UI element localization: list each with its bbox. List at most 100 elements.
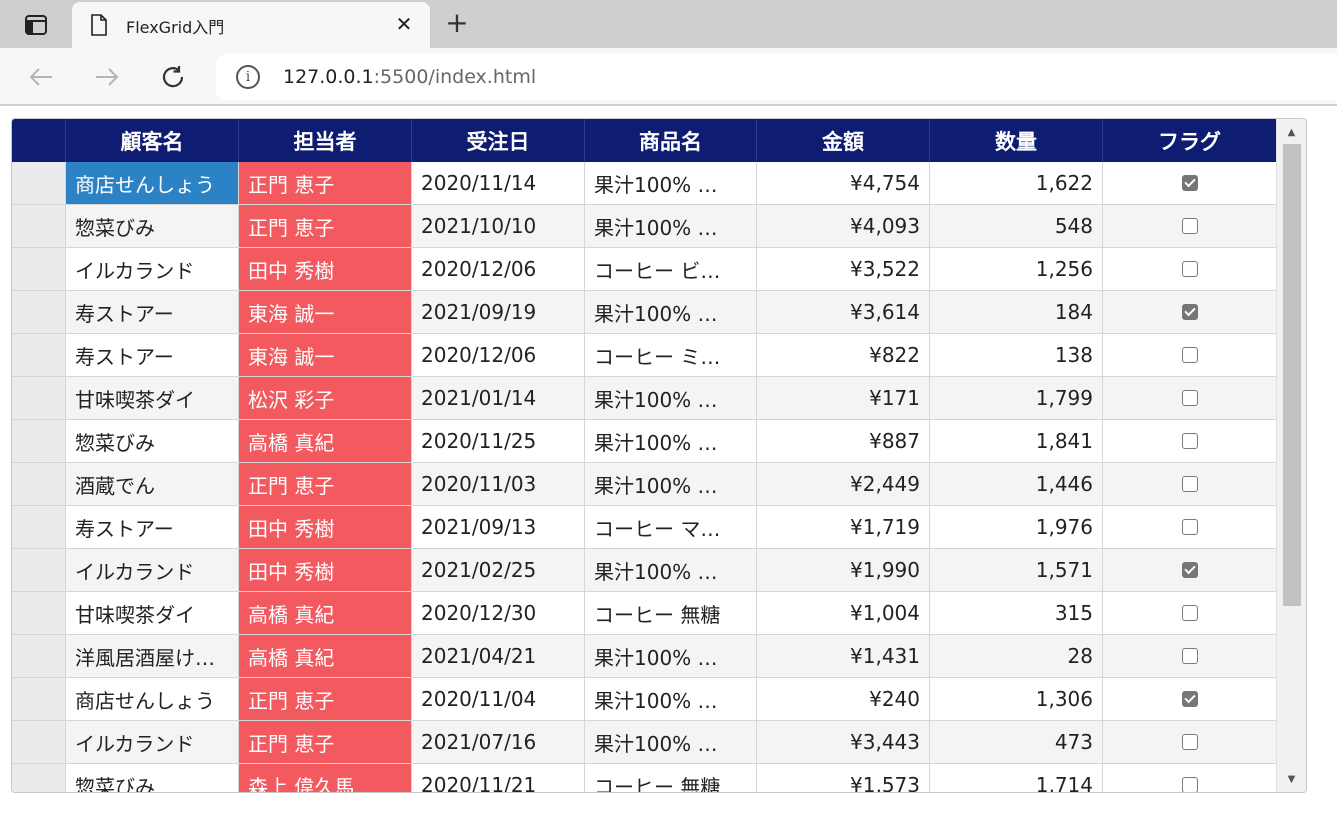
close-icon[interactable]: ✕ bbox=[392, 12, 416, 36]
flag-cell[interactable] bbox=[1103, 549, 1277, 592]
address-bar[interactable]: i 127.0.0.1:5500/index.html bbox=[216, 54, 1337, 100]
row-header[interactable] bbox=[12, 420, 66, 463]
flag-cell[interactable] bbox=[1103, 334, 1277, 377]
amount-cell[interactable]: ¥3,522 bbox=[757, 248, 930, 291]
product-cell[interactable]: 果汁100% … bbox=[585, 463, 757, 506]
scroll-down-icon[interactable]: ▼ bbox=[1277, 769, 1306, 789]
product-cell[interactable]: コーヒー ビ… bbox=[585, 248, 757, 291]
quantity-cell[interactable]: 1,841 bbox=[930, 420, 1103, 463]
product-cell[interactable]: 果汁100% … bbox=[585, 678, 757, 721]
quantity-cell[interactable]: 1,976 bbox=[930, 506, 1103, 549]
quantity-cell[interactable]: 1,446 bbox=[930, 463, 1103, 506]
flag-checkbox[interactable] bbox=[1181, 476, 1198, 492]
quantity-cell[interactable]: 138 bbox=[930, 334, 1103, 377]
flag-cell[interactable] bbox=[1103, 248, 1277, 291]
column-header[interactable]: 顧客名 bbox=[66, 119, 239, 162]
flag-checkbox[interactable] bbox=[1181, 734, 1198, 750]
customer-cell[interactable]: 惣菜びみ bbox=[66, 205, 239, 248]
column-header[interactable]: 数量 bbox=[930, 119, 1103, 162]
tab-actions-button[interactable] bbox=[12, 12, 60, 38]
flag-checkbox[interactable] bbox=[1181, 433, 1198, 449]
flag-cell[interactable] bbox=[1103, 463, 1277, 506]
row-header[interactable] bbox=[12, 506, 66, 549]
row-header[interactable] bbox=[12, 334, 66, 377]
flag-cell[interactable] bbox=[1103, 205, 1277, 248]
flag-checkbox[interactable] bbox=[1181, 261, 1198, 277]
quantity-cell[interactable]: 28 bbox=[930, 635, 1103, 678]
flag-checkbox[interactable] bbox=[1181, 304, 1198, 320]
table-row[interactable]: 寿ストアー 東海 誠一 2020/12/06 コーヒー ミ… ¥822 138 bbox=[12, 334, 1277, 377]
column-header[interactable]: 担当者 bbox=[239, 119, 412, 162]
quantity-cell[interactable]: 473 bbox=[930, 721, 1103, 764]
table-row[interactable]: イルカランド 田中 秀樹 2020/12/06 コーヒー ビ… ¥3,522 1,256 bbox=[12, 248, 1277, 291]
staff-cell[interactable]: 正門 恵子 bbox=[239, 721, 412, 764]
quantity-cell[interactable]: 315 bbox=[930, 592, 1103, 635]
flexgrid[interactable]: 顧客名 担当者 受注日 商品名 金額 数量 フラグ 商店せんしょう 正門 恵子 2020/11/… bbox=[11, 118, 1307, 793]
order-date-cell[interactable]: 2021/10/10 bbox=[412, 205, 585, 248]
staff-cell[interactable]: 田中 秀樹 bbox=[239, 248, 412, 291]
new-tab-button[interactable]: + bbox=[444, 9, 470, 37]
customer-cell[interactable]: 洋風居酒屋け… bbox=[66, 635, 239, 678]
amount-cell[interactable]: ¥240 bbox=[757, 678, 930, 721]
flag-checkbox[interactable] bbox=[1181, 519, 1198, 535]
order-date-cell[interactable]: 2020/11/14 bbox=[412, 162, 585, 205]
amount-cell[interactable]: ¥1,431 bbox=[757, 635, 930, 678]
flag-checkbox[interactable] bbox=[1181, 562, 1198, 578]
staff-cell[interactable]: 田中 秀樹 bbox=[239, 506, 412, 549]
flag-cell[interactable] bbox=[1103, 678, 1277, 721]
amount-cell[interactable]: ¥2,449 bbox=[757, 463, 930, 506]
customer-cell[interactable]: 寿ストアー bbox=[66, 291, 239, 334]
product-cell[interactable]: 果汁100% … bbox=[585, 420, 757, 463]
row-header[interactable] bbox=[12, 205, 66, 248]
customer-cell[interactable]: 惣菜びみ bbox=[66, 764, 239, 792]
amount-cell[interactable]: ¥1,719 bbox=[757, 506, 930, 549]
order-date-cell[interactable]: 2020/12/06 bbox=[412, 334, 585, 377]
flag-checkbox[interactable] bbox=[1181, 347, 1198, 363]
customer-cell[interactable]: 寿ストアー bbox=[66, 506, 239, 549]
row-header[interactable] bbox=[12, 721, 66, 764]
quantity-cell[interactable]: 1,256 bbox=[930, 248, 1103, 291]
vertical-scrollbar[interactable]: ▲ ▼ bbox=[1276, 119, 1306, 792]
quantity-cell[interactable]: 184 bbox=[930, 291, 1103, 334]
table-row[interactable]: 商店せんしょう 正門 恵子 2020/11/04 果汁100% … ¥240 1,306 bbox=[12, 678, 1277, 721]
order-date-cell[interactable]: 2021/04/21 bbox=[412, 635, 585, 678]
amount-cell[interactable]: ¥1,004 bbox=[757, 592, 930, 635]
customer-cell[interactable]: イルカランド bbox=[66, 549, 239, 592]
flag-checkbox[interactable] bbox=[1181, 648, 1198, 664]
staff-cell[interactable]: 東海 誠一 bbox=[239, 291, 412, 334]
flag-checkbox[interactable] bbox=[1181, 390, 1198, 406]
flag-cell[interactable] bbox=[1103, 420, 1277, 463]
column-header[interactable]: 商品名 bbox=[585, 119, 757, 162]
staff-cell[interactable]: 正門 恵子 bbox=[239, 463, 412, 506]
reload-icon[interactable] bbox=[158, 62, 188, 92]
quantity-cell[interactable]: 548 bbox=[930, 205, 1103, 248]
product-cell[interactable]: 果汁100% … bbox=[585, 162, 757, 205]
flag-checkbox[interactable] bbox=[1181, 218, 1198, 234]
browser-tab-active[interactable]: FlexGrid入門 ✕ bbox=[72, 2, 430, 48]
customer-cell[interactable]: 甘味喫茶ダイ bbox=[66, 592, 239, 635]
customer-cell[interactable]: 甘味喫茶ダイ bbox=[66, 377, 239, 420]
customer-cell[interactable]: 商店せんしょう bbox=[66, 678, 239, 721]
customer-cell[interactable]: 寿ストアー bbox=[66, 334, 239, 377]
order-date-cell[interactable]: 2021/09/13 bbox=[412, 506, 585, 549]
forward-arrow-icon[interactable] bbox=[92, 62, 122, 92]
back-arrow-icon[interactable] bbox=[26, 62, 56, 92]
flag-cell[interactable] bbox=[1103, 291, 1277, 334]
order-date-cell[interactable]: 2020/11/21 bbox=[412, 764, 585, 792]
row-header[interactable] bbox=[12, 678, 66, 721]
table-row[interactable]: 商店せんしょう 正門 恵子 2020/11/14 果汁100% … ¥4,754 1,62… bbox=[12, 162, 1277, 205]
staff-cell[interactable]: 森上 偉久馬 bbox=[239, 764, 412, 792]
product-cell[interactable]: 果汁100% … bbox=[585, 291, 757, 334]
flag-cell[interactable] bbox=[1103, 592, 1277, 635]
quantity-cell[interactable]: 1,714 bbox=[930, 764, 1103, 792]
row-header[interactable] bbox=[12, 248, 66, 291]
product-cell[interactable]: コーヒー 無糖 bbox=[585, 764, 757, 792]
table-row[interactable]: 寿ストアー 東海 誠一 2021/09/19 果汁100% … ¥3,614 184 bbox=[12, 291, 1277, 334]
order-date-cell[interactable]: 2020/12/30 bbox=[412, 592, 585, 635]
flag-cell[interactable] bbox=[1103, 162, 1277, 205]
row-header[interactable] bbox=[12, 463, 66, 506]
flag-cell[interactable] bbox=[1103, 721, 1277, 764]
table-row[interactable]: 甘味喫茶ダイ 松沢 彩子 2021/01/14 果汁100% … ¥171 1,799 bbox=[12, 377, 1277, 420]
row-header[interactable] bbox=[12, 764, 66, 792]
order-date-cell[interactable]: 2021/02/25 bbox=[412, 549, 585, 592]
